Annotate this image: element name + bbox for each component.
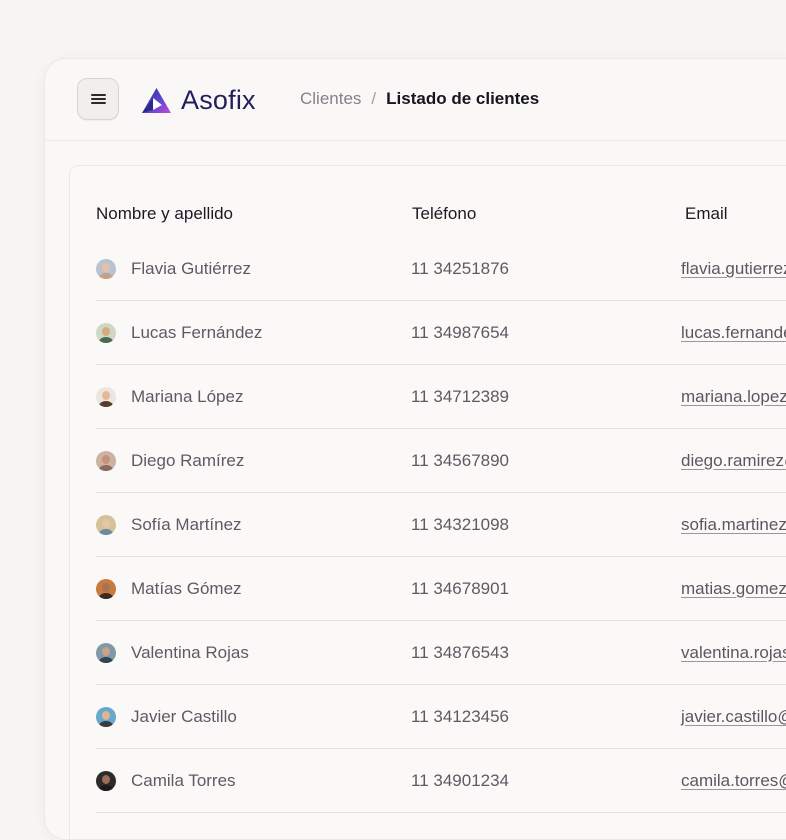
client-email-link[interactable]: mariana.lopez@ (681, 387, 786, 407)
client-phone: 11 34876543 (411, 642, 510, 662)
avatar (96, 514, 116, 535)
avatar (96, 578, 116, 599)
column-header-phone[interactable]: Teléfono (412, 204, 476, 224)
client-name: Mariana López (131, 386, 244, 406)
client-phone: 11 34712389 (411, 386, 510, 406)
client-email-link[interactable]: camila.torres@ (681, 771, 786, 791)
table-row[interactable]: Javier Castillo 11 34123456 javier.castill… (96, 685, 786, 749)
table-row[interactable]: Diego Ramírez 11 34567890 diego.ramirez@ (96, 429, 786, 493)
client-name: Javier Castillo (131, 706, 237, 726)
page-title: Listado de clientes (386, 89, 540, 108)
avatar (96, 259, 116, 279)
table-header: Nombre y apellido Teléfono Email (96, 204, 786, 226)
breadcrumb-separator: / (371, 89, 377, 108)
breadcrumb: Clientes / Listado de clientes (300, 89, 539, 109)
avatar (96, 450, 116, 471)
client-phone: 11 34987654 (411, 322, 510, 342)
table-row[interactable]: Flavia Gutiérrez 11 34251876 flavia.gutier… (96, 238, 786, 301)
brand-name: Asofix (181, 84, 256, 115)
table-row[interactable]: Camila Torres 11 34901234 camila.torres@ (96, 749, 786, 813)
menu-button[interactable] (77, 78, 119, 120)
client-name: Diego Ramírez (131, 450, 245, 470)
column-header-name[interactable]: Nombre y apellido (96, 204, 233, 224)
client-email-link[interactable]: lucas.fernandez@ (681, 323, 786, 343)
avatar (96, 322, 116, 343)
avatar (96, 770, 116, 791)
client-phone: 11 34123456 (411, 706, 510, 726)
table-body: Flavia Gutiérrez 11 34251876 flavia.gutier… (96, 238, 786, 813)
client-email-link[interactable]: valentina.rojas@ (681, 643, 786, 663)
table-row[interactable]: Valentina Rojas 11 34876543 valentina.roja… (96, 621, 786, 685)
client-email-link[interactable]: diego.ramirez@ (681, 451, 786, 471)
client-email-link[interactable]: matias.gomez@ (681, 579, 786, 599)
brand-logo[interactable]: Asofix (141, 85, 256, 115)
breadcrumb-clientes-link[interactable]: Clientes (300, 89, 361, 109)
menu-icon (90, 94, 106, 104)
client-name: Flavia Gutiérrez (131, 259, 251, 278)
app-window: Asofix Clientes / Listado de clientes No… (44, 58, 786, 840)
clients-table-card: Nombre y apellido Teléfono Email Flavia … (69, 165, 786, 839)
client-name: Sofía Martínez (131, 514, 242, 534)
table-row[interactable]: Sofía Martínez 11 34321098 sofia.martinez@ (96, 493, 786, 557)
avatar (96, 706, 116, 727)
asofix-triangle-logo-icon (142, 87, 171, 113)
client-name: Camila Torres (131, 770, 236, 790)
client-name: Matías Gómez (131, 578, 242, 598)
client-phone: 11 34678901 (411, 578, 510, 598)
client-phone: 11 34901234 (411, 770, 510, 790)
table-row[interactable]: Matías Gómez 11 34678901 matias.gomez@ (96, 557, 786, 621)
client-name: Lucas Fernández (131, 322, 263, 342)
top-bar: Asofix Clientes / Listado de clientes (45, 59, 786, 141)
client-email-link[interactable]: flavia.gutierrez@ (681, 259, 786, 279)
client-phone: 11 34251876 (411, 259, 510, 278)
table-row[interactable]: Lucas Fernández 11 34987654 lucas.fernande… (96, 301, 786, 365)
avatar (96, 386, 116, 407)
avatar (96, 642, 116, 663)
client-email-link[interactable]: sofia.martinez@ (681, 515, 786, 535)
client-name: Valentina Rojas (131, 642, 249, 662)
client-email-link[interactable]: javier.castillo@ (681, 707, 786, 727)
column-header-email[interactable]: Email (685, 204, 728, 224)
table-row[interactable]: Mariana López 11 34712389 mariana.lopez@ (96, 365, 786, 429)
client-phone: 11 34321098 (411, 514, 510, 534)
client-phone: 11 34567890 (411, 450, 510, 470)
